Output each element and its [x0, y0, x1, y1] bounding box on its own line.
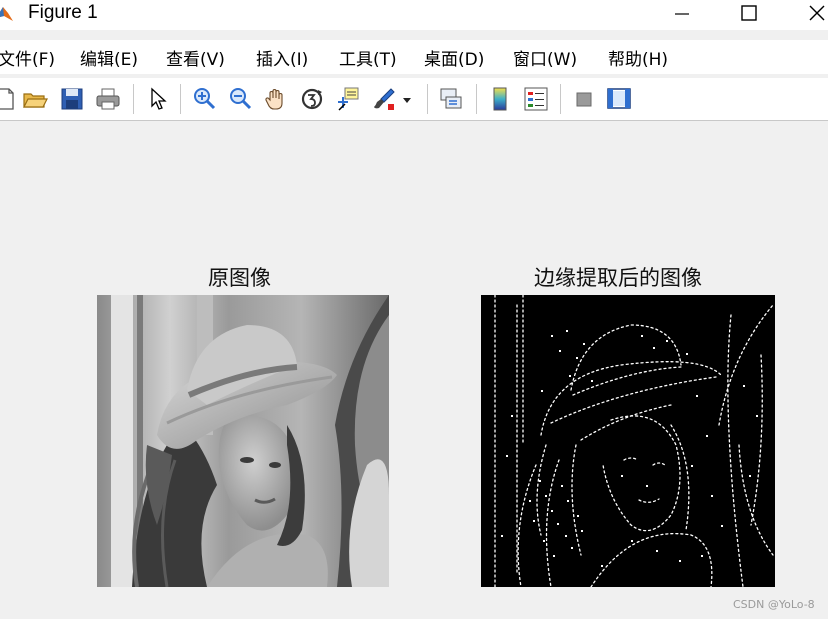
zoom-in-button[interactable]: [191, 86, 217, 112]
pointer-icon: [151, 87, 167, 110]
print-button[interactable]: [95, 86, 121, 112]
toolbar: [0, 78, 828, 121]
minimize-button[interactable]: [659, 0, 705, 30]
link-plot-icon: [440, 88, 462, 109]
chevron-down-icon: [403, 98, 411, 103]
menu-desktop[interactable]: 桌面(D): [424, 45, 484, 70]
rotate-3d-icon: [301, 88, 323, 110]
rotate-3d-button[interactable]: [299, 86, 325, 112]
menu-file[interactable]: 文件(F): [0, 45, 55, 70]
close-icon: [809, 5, 825, 21]
toolbar-separator: [180, 84, 181, 114]
pan-hand-icon: [265, 89, 283, 110]
toolbar-separator: [133, 84, 134, 114]
menu-bar: 文件(F) 编辑(E) 查看(V) 插入(I) 工具(T) 桌面(D) 窗口(W…: [0, 40, 828, 74]
watermark: CSDN @YoLo-8: [733, 598, 815, 611]
link-plot-button[interactable]: [438, 86, 464, 112]
zoom-out-icon: [230, 88, 252, 110]
menu-help[interactable]: 帮助(H): [608, 45, 668, 70]
menu-insert[interactable]: 插入(I): [256, 45, 308, 70]
show-plot-tools-icon: [607, 88, 631, 109]
open-file-button[interactable]: [22, 86, 48, 112]
maximize-icon: [741, 5, 757, 21]
menu-tools[interactable]: 工具(T): [339, 45, 397, 70]
hide-plot-tools-button[interactable]: [571, 86, 597, 112]
insert-legend-icon: [524, 87, 548, 111]
brush-icon: [374, 88, 395, 110]
original-image-title: 原图像: [208, 266, 271, 290]
print-icon: [96, 88, 120, 110]
data-cursor-button[interactable]: [335, 86, 361, 112]
brush-button[interactable]: [371, 86, 397, 112]
title-bar: Figure 1: [0, 0, 828, 30]
close-button[interactable]: [794, 0, 828, 30]
toolbar-separator: [476, 84, 477, 114]
data-cursor-icon: [338, 87, 359, 111]
toolbar-separator: [427, 84, 428, 114]
save-button[interactable]: [59, 86, 85, 112]
brush-dropdown-button[interactable]: [400, 86, 414, 112]
new-figure-button[interactable]: [0, 86, 18, 112]
insert-colorbar-icon: [493, 87, 507, 111]
insert-colorbar-button[interactable]: [487, 86, 513, 112]
minimize-icon: [675, 13, 689, 15]
window-title: Figure 1: [28, 2, 98, 23]
maximize-button[interactable]: [726, 0, 772, 30]
pan-button[interactable]: [263, 86, 289, 112]
show-plot-tools-button[interactable]: [606, 86, 632, 112]
menu-view[interactable]: 查看(V): [166, 45, 225, 70]
toolbar-separator: [560, 84, 561, 114]
edit-plot-button[interactable]: [144, 86, 170, 112]
matlab-logo-icon: [0, 7, 13, 21]
new-figure-icon: [0, 88, 14, 110]
menu-window[interactable]: 窗口(W): [513, 45, 577, 70]
edge-detected-image: [481, 295, 775, 587]
hide-plot-tools-icon: [576, 92, 592, 107]
original-image: [97, 295, 389, 587]
edge-image-title: 边缘提取后的图像: [534, 266, 702, 290]
insert-legend-button[interactable]: [523, 86, 549, 112]
open-file-icon: [23, 93, 48, 108]
zoom-in-icon: [194, 88, 216, 110]
menu-edit[interactable]: 编辑(E): [80, 45, 138, 70]
save-icon: [61, 88, 83, 110]
zoom-out-button[interactable]: [227, 86, 253, 112]
